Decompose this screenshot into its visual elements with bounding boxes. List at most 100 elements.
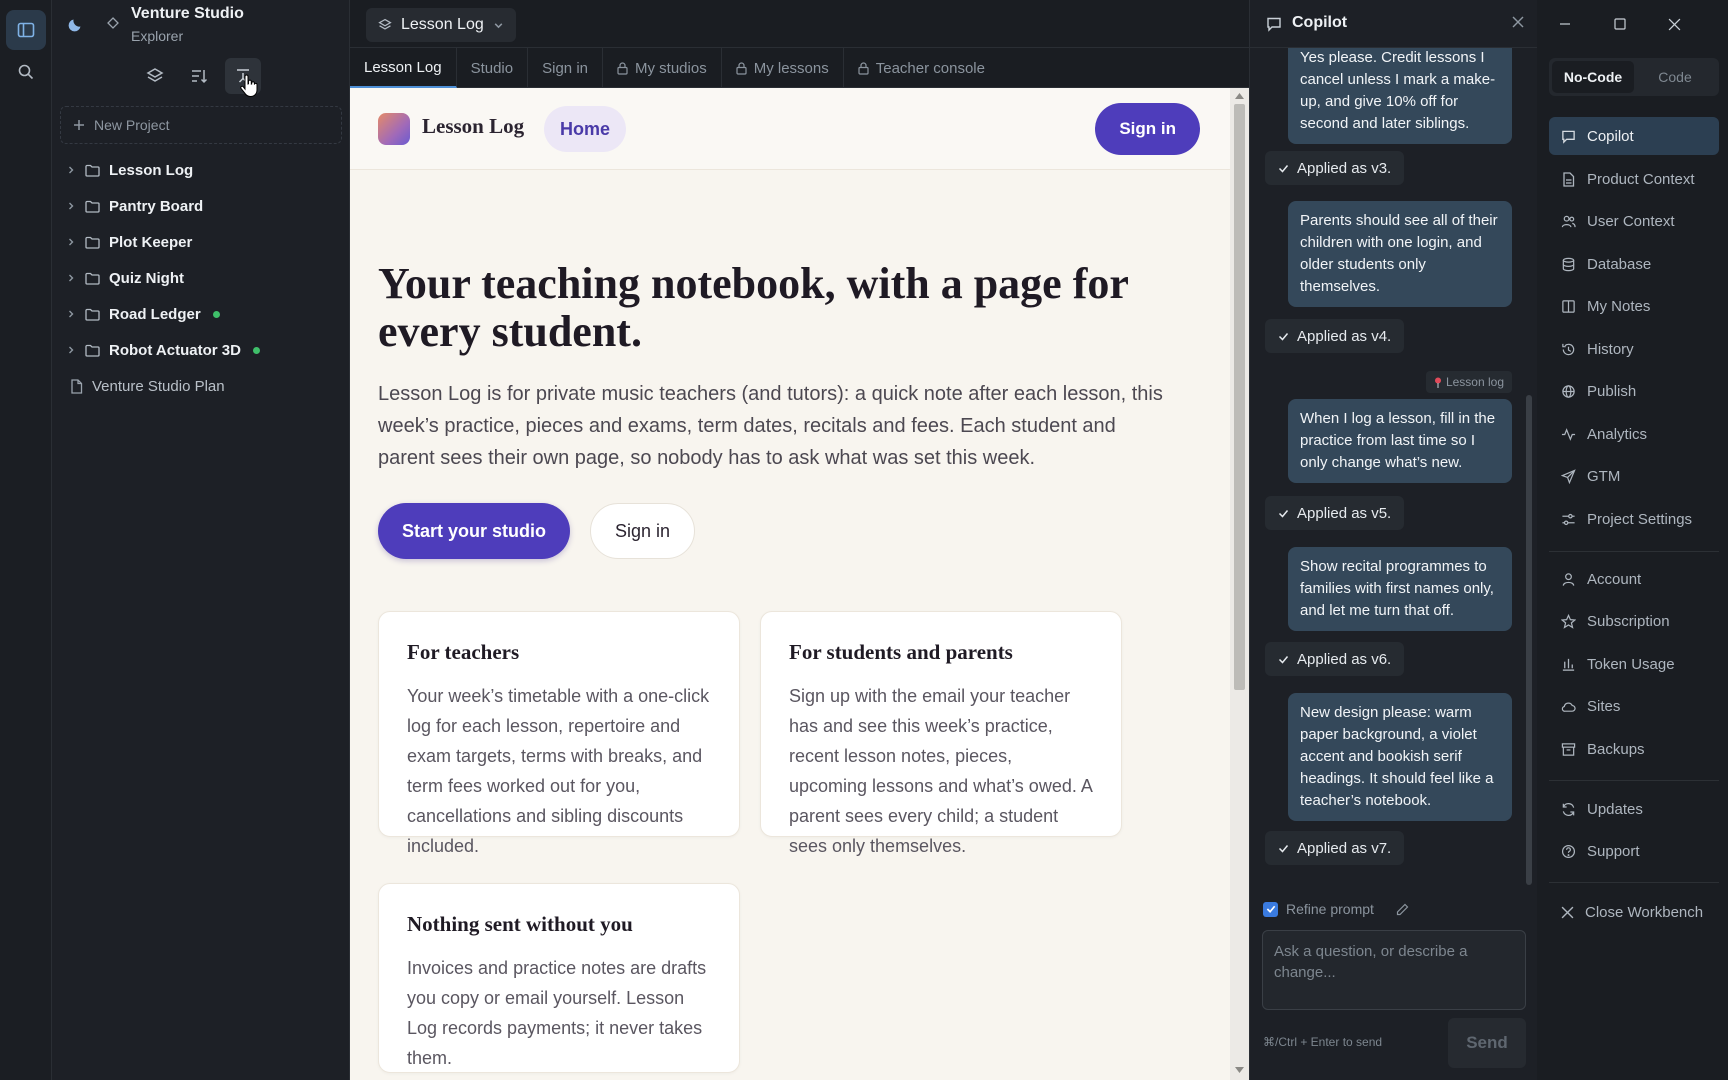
check-icon xyxy=(1278,164,1289,173)
activity-icon xyxy=(1561,427,1576,441)
tab-my-studios[interactable]: My studios xyxy=(603,48,722,88)
search-button[interactable] xyxy=(6,52,46,92)
project-item-pantry-board[interactable]: Pantry Board xyxy=(52,188,350,224)
layers-button[interactable] xyxy=(137,58,173,94)
tab-sign-in[interactable]: Sign in xyxy=(528,48,603,88)
nav-history[interactable]: History xyxy=(1549,330,1719,368)
chevron-right-icon xyxy=(69,274,74,282)
chevron-down-icon xyxy=(494,22,503,28)
applied-label: Applied as v5. xyxy=(1297,504,1392,522)
doc-item-venture-studio-plan[interactable]: Venture Studio Plan xyxy=(52,368,350,404)
workspace-subtitle: Explorer xyxy=(131,28,184,44)
context-tag-label: Lesson log xyxy=(1445,375,1504,389)
chat-input[interactable]: Ask a question, or describe a change... xyxy=(1262,930,1526,1010)
nav-divider xyxy=(1549,551,1719,552)
feature-card-students-parents: For students and parents Sign up with th… xyxy=(760,611,1122,856)
nav-updates[interactable]: Updates xyxy=(1549,790,1719,828)
lock-icon xyxy=(617,61,628,75)
refine-prompt-toggle[interactable]: Refine prompt xyxy=(1263,901,1409,917)
nav-sites[interactable]: Sites xyxy=(1549,687,1719,725)
tab-teacher-console[interactable]: Teacher console xyxy=(844,48,999,88)
history-icon xyxy=(1562,343,1575,355)
tab-my-lessons[interactable]: My lessons xyxy=(722,48,844,88)
project-select-value: Lesson Log xyxy=(401,16,484,33)
maximize-button[interactable] xyxy=(1592,0,1647,48)
nav-support[interactable]: Support xyxy=(1549,832,1719,870)
maximize-icon xyxy=(1613,18,1626,30)
tab-label: Lesson Log xyxy=(364,58,442,76)
folder-icon xyxy=(85,200,100,213)
site-logo-text[interactable]: Lesson Log xyxy=(422,114,524,139)
refine-checkbox[interactable] xyxy=(1263,901,1278,917)
nav-product-context[interactable]: Product Context xyxy=(1549,160,1719,198)
nav-label: Support xyxy=(1587,842,1640,860)
copilot-panel: Copilot Yes please. Credit lessons I can… xyxy=(1249,0,1538,1080)
site-nav-signin-button[interactable]: Sign in xyxy=(1095,103,1200,155)
layers-icon xyxy=(378,18,392,30)
database-icon xyxy=(1562,257,1575,271)
explorer-toolbar xyxy=(52,56,350,98)
project-select[interactable]: Lesson Log xyxy=(366,8,516,42)
hero-signin-button[interactable]: Sign in xyxy=(590,503,696,559)
nav-copilot[interactable]: Copilot xyxy=(1549,117,1719,155)
nav-my-notes[interactable]: My Notes xyxy=(1549,287,1719,325)
copilot-header: Copilot xyxy=(1250,0,1538,48)
project-item-robot-actuator-3d[interactable]: Robot Actuator 3D xyxy=(52,332,350,368)
tab-studio[interactable]: Studio xyxy=(457,48,529,88)
project-tree: Lesson Log Pantry Board Plot Keeper Quiz… xyxy=(52,152,350,404)
nav-close-workbench[interactable]: Close Workbench xyxy=(1549,893,1719,931)
minimize-button[interactable] xyxy=(1537,0,1592,48)
new-project-button[interactable]: New Project xyxy=(60,106,342,144)
bar-chart-icon xyxy=(1562,658,1575,671)
nav-backups[interactable]: Backups xyxy=(1549,730,1719,768)
user-message: Show recital programmes to families with… xyxy=(1288,547,1512,631)
mode-nocode-button[interactable]: No-Code xyxy=(1552,61,1634,93)
chat-scrollbar[interactable] xyxy=(1526,395,1532,885)
chat-icon xyxy=(1267,17,1281,32)
applied-status: Applied as v4. xyxy=(1265,319,1405,353)
nav-database[interactable]: Database xyxy=(1549,245,1719,283)
nav-user-context[interactable]: User Context xyxy=(1549,202,1719,240)
nav-label: Product Context xyxy=(1587,170,1695,188)
tab-lesson-log[interactable]: Lesson Log xyxy=(350,48,457,88)
window-close-button[interactable] xyxy=(1647,0,1702,48)
pencil-icon[interactable] xyxy=(1396,903,1409,916)
close-icon[interactable] xyxy=(1512,16,1524,28)
nav-project-settings[interactable]: Project Settings xyxy=(1549,500,1719,538)
toggle-sidebar-button[interactable] xyxy=(6,10,46,50)
project-item-road-ledger[interactable]: Road Ledger xyxy=(52,296,350,332)
folder-icon xyxy=(85,164,100,177)
plus-icon xyxy=(74,120,84,130)
status-dot xyxy=(212,310,220,318)
nav-publish[interactable]: Publish xyxy=(1549,372,1719,410)
mode-code-button[interactable]: Code xyxy=(1634,61,1716,93)
nav-label: Updates xyxy=(1587,800,1643,818)
sort-button[interactable] xyxy=(181,58,217,94)
refresh-icon xyxy=(1562,802,1575,816)
nav-account[interactable]: Account xyxy=(1549,560,1719,598)
start-studio-button[interactable]: Start your studio xyxy=(378,503,571,559)
hero-description: Lesson Log is for private music teachers… xyxy=(378,383,1163,469)
nav-token-usage[interactable]: Token Usage xyxy=(1549,645,1719,683)
new-project-label: New Project xyxy=(94,117,170,133)
layers-icon xyxy=(146,68,164,82)
context-tag: Lesson log xyxy=(1425,371,1512,393)
preview-scrollbar[interactable] xyxy=(1230,88,1249,1080)
status-dot xyxy=(252,346,260,354)
card-body: Your week’s timetable with a one-click l… xyxy=(407,686,710,856)
project-name: Lesson Log xyxy=(109,161,194,179)
site-preview: Lesson Log Home Sign in Your teaching no… xyxy=(350,88,1230,1080)
nav-analytics[interactable]: Analytics xyxy=(1549,415,1719,453)
chevron-right-icon xyxy=(69,202,74,210)
nav-gtm[interactable]: GTM xyxy=(1549,457,1719,495)
site-home-link[interactable]: Home xyxy=(544,106,627,152)
explorer-header: Venture Studio Explorer xyxy=(52,0,350,48)
preview-scroll-thumb[interactable] xyxy=(1234,104,1245,690)
project-item-quiz-night[interactable]: Quiz Night xyxy=(52,260,350,296)
project-item-lesson-log[interactable]: Lesson Log xyxy=(52,152,350,188)
send-button[interactable]: Send xyxy=(1448,1018,1526,1068)
nav-label: User Context xyxy=(1587,212,1675,230)
project-item-plot-keeper[interactable]: Plot Keeper xyxy=(52,224,350,260)
moon-icon[interactable] xyxy=(68,15,85,32)
nav-subscription[interactable]: Subscription xyxy=(1549,602,1719,640)
